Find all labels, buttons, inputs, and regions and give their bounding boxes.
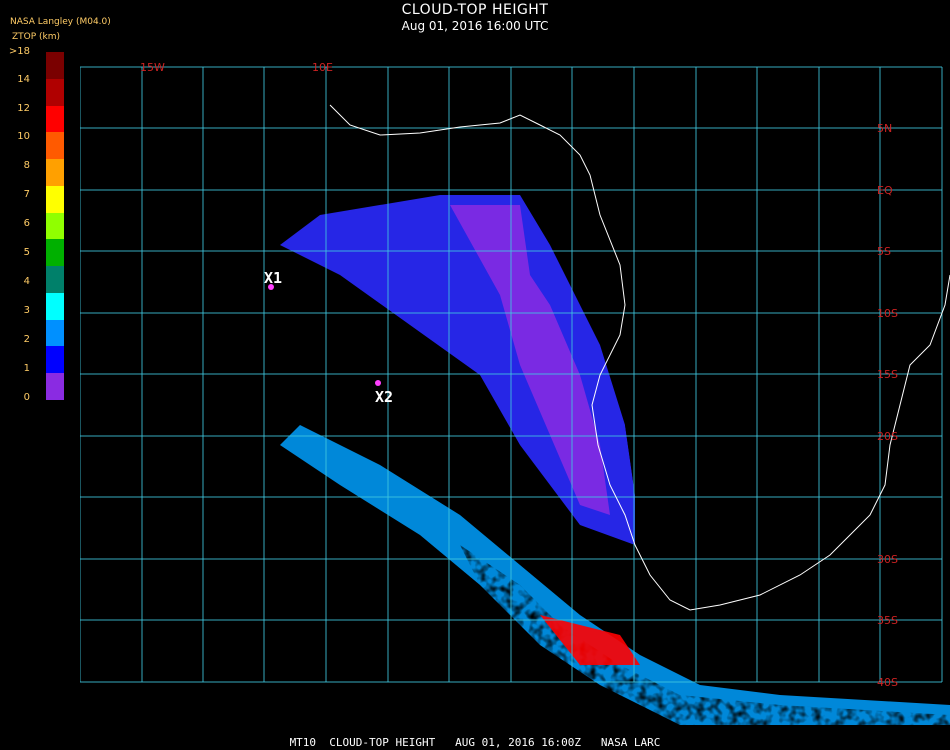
colorbar-label: 4: [23, 276, 30, 287]
colorbar-segment: [46, 78, 64, 107]
colorbar-segment: [46, 239, 64, 267]
colorbar-label: 10: [17, 131, 30, 142]
latitude-label: 5S: [877, 245, 891, 258]
latitude-label: 5N: [877, 122, 892, 135]
latitude-label: 35S: [877, 614, 898, 627]
colorbar-label: 7: [23, 189, 30, 200]
colorbar-label: 12: [17, 103, 30, 114]
latitude-label: 15S: [877, 368, 898, 381]
footer-caption: MT10 CLOUD-TOP HEIGHT AUG 01, 2016 16:00…: [289, 736, 661, 749]
colorbar-segment: [46, 346, 64, 374]
colorbar-label: 3: [23, 305, 30, 316]
latitude-label: EQ: [877, 184, 893, 197]
colorbar-segment: [46, 52, 64, 80]
colorbar-label: 14: [17, 74, 30, 85]
latitude-label: 40S: [877, 676, 898, 689]
colorbar-segment: [46, 373, 64, 401]
colorbar-label: 0: [23, 392, 30, 403]
marker-x1: X1: [264, 269, 282, 290]
colorbar-segment: [46, 105, 64, 133]
colorbar-segment: [46, 319, 64, 347]
marker-x1-label: X1: [264, 269, 282, 287]
colorbar-label: 1: [23, 363, 30, 374]
colorbar-segment: [46, 212, 64, 240]
latitude-label: 20S: [877, 430, 898, 443]
latitude-label: 10S: [877, 307, 898, 320]
credit-label: NASA Langley (M04.0): [10, 17, 111, 27]
colorbar: [46, 52, 64, 401]
colorbar-label: 5: [23, 247, 30, 258]
colorbar-segment: [46, 159, 64, 187]
colorbar-segment: [46, 132, 64, 160]
colorbar-segment: [46, 292, 64, 321]
map-datetime: Aug 01, 2016 16:00 UTC: [401, 19, 549, 33]
marker-x2-label: X2: [375, 388, 393, 406]
colorbar-label: 8: [23, 160, 30, 171]
latitude-label: 30S: [877, 553, 898, 566]
colorbar-segment: [46, 185, 64, 214]
colorbar-segment: [46, 266, 64, 294]
colorbar-label: >18: [8, 46, 30, 57]
colorbar-label: 2: [23, 334, 30, 345]
longitude-label: 15W: [140, 61, 165, 74]
map-title: CLOUD-TOP HEIGHT: [401, 2, 549, 18]
colorbar-label: 6: [23, 218, 30, 229]
satellite-map: 5N EQ 5S 10S 15S 20S 30S 35S 40S 15W 10E X1 X2: [80, 45, 950, 725]
longitude-label: 10E: [312, 61, 333, 74]
units-label: ZTOP (km): [12, 32, 61, 42]
